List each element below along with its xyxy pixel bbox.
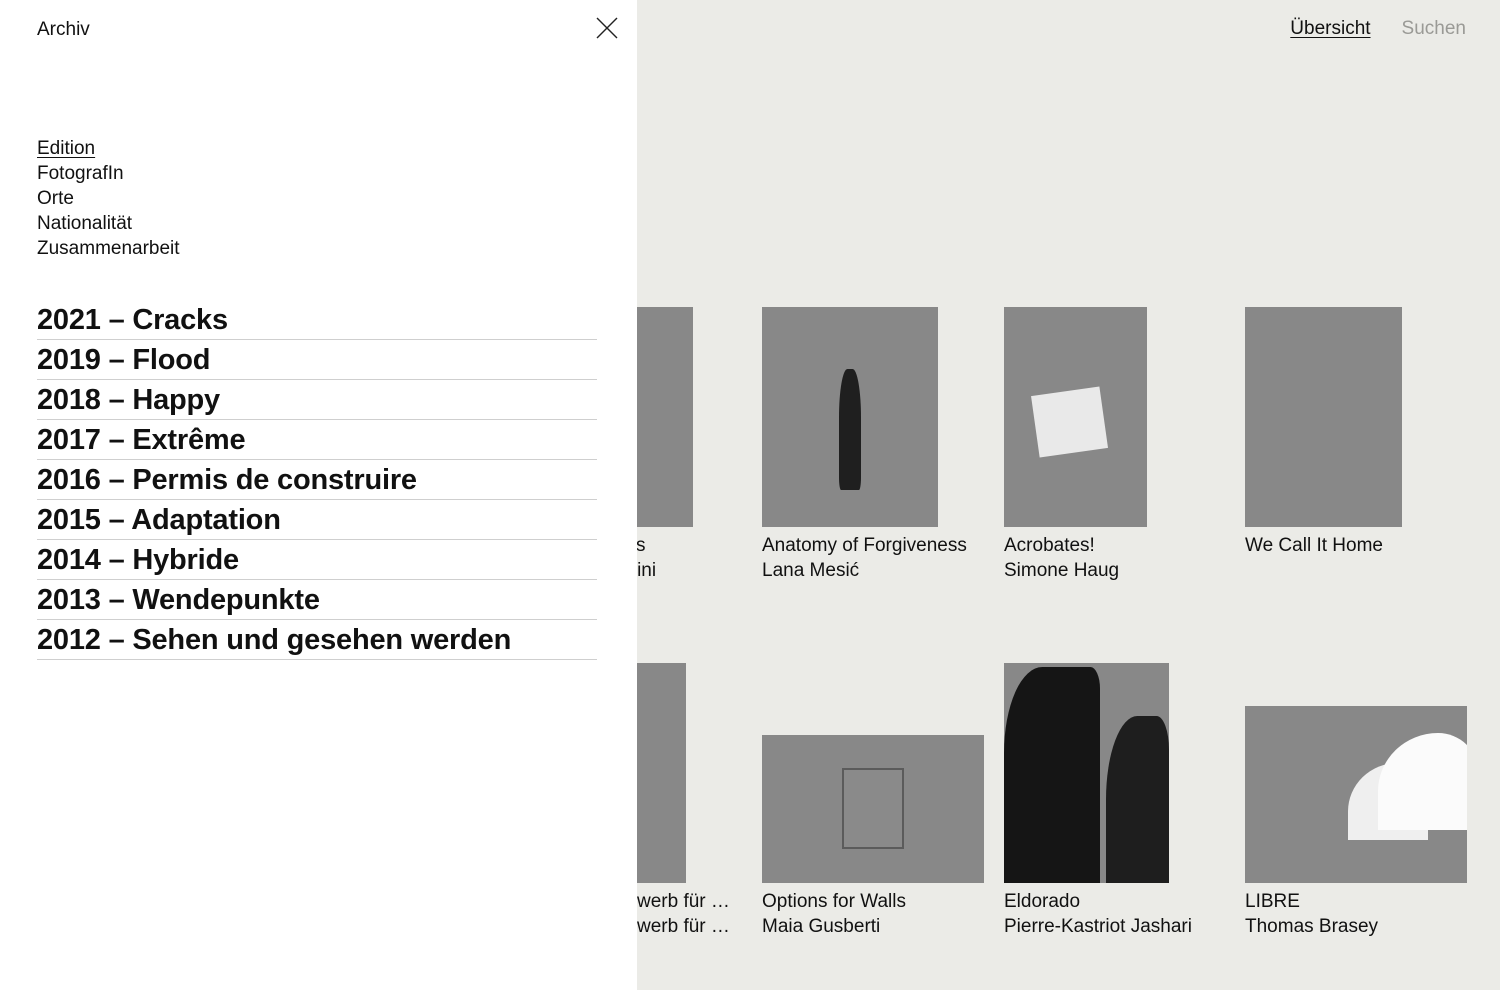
close-icon[interactable] [593,14,621,42]
work-artist: Thomas Brasey [1245,916,1379,937]
panel-title: Archiv [37,19,90,40]
edition-item[interactable]: 2017 – Extrême [37,420,597,460]
filter-list: Edition FotografIn Orte Nationalität Zus… [37,136,180,261]
edition-item[interactable]: 2018 – Happy [37,380,597,420]
work-caption: Options for Walls Maia Gusberti [762,889,906,939]
filter-edition[interactable]: Edition [37,136,180,161]
work-artist: Simone Haug [1004,560,1120,581]
filter-collaboration[interactable]: Zusammenarbeit [37,236,180,261]
edition-item[interactable]: 2019 – Flood [37,340,597,380]
work-title: Eldorado [1004,891,1081,912]
work-caption: werb für … werb für … [637,889,730,939]
edition-item[interactable]: 2013 – Wendepunkte [37,580,597,620]
work-title: We Call It Home [1245,535,1383,556]
archive-panel: Archiv Edition FotografIn Orte Nationali… [0,0,637,990]
edition-item[interactable]: 2015 – Adaptation [37,500,597,540]
edition-item[interactable]: 2012 – Sehen und gesehen werden [37,620,597,660]
work-title: Anatomy of Forgiveness [762,535,967,556]
work-artist: Maia Gusberti [762,916,881,937]
work-title: Acrobates! [1004,535,1095,556]
edition-list: 2021 – Cracks 2019 – Flood 2018 – Happy … [37,300,597,660]
work-artist: werb für … [637,916,730,937]
filter-nationality[interactable]: Nationalität [37,211,180,236]
edition-item[interactable]: 2014 – Hybride [37,540,597,580]
work-image[interactable] [762,735,984,883]
work-caption: LIBRE Thomas Brasey [1245,889,1378,939]
work-title: Options for Walls [762,891,906,912]
work-image[interactable] [1245,706,1467,883]
work-image[interactable] [762,307,938,527]
filter-photographer[interactable]: FotografIn [37,161,180,186]
work-title: LIBRE [1245,891,1300,912]
edition-item[interactable]: 2016 – Permis de construire [37,460,597,500]
edition-item[interactable]: 2021 – Cracks [37,300,597,340]
work-artist: Pierre-Kastriot Jashari [1004,916,1192,937]
work-caption: Acrobates! Simone Haug [1004,533,1119,583]
work-image[interactable] [1004,307,1147,527]
work-artist: Lana Mesić [762,560,860,581]
work-title: werb für … [637,891,730,912]
work-caption: We Call It Home [1245,533,1383,558]
work-caption: Eldorado Pierre-Kastriot Jashari [1004,889,1192,939]
work-image[interactable] [1004,663,1169,883]
filter-places[interactable]: Orte [37,186,180,211]
work-image[interactable] [1245,307,1402,527]
work-caption: Anatomy of Forgiveness Lana Mesić [762,533,967,583]
